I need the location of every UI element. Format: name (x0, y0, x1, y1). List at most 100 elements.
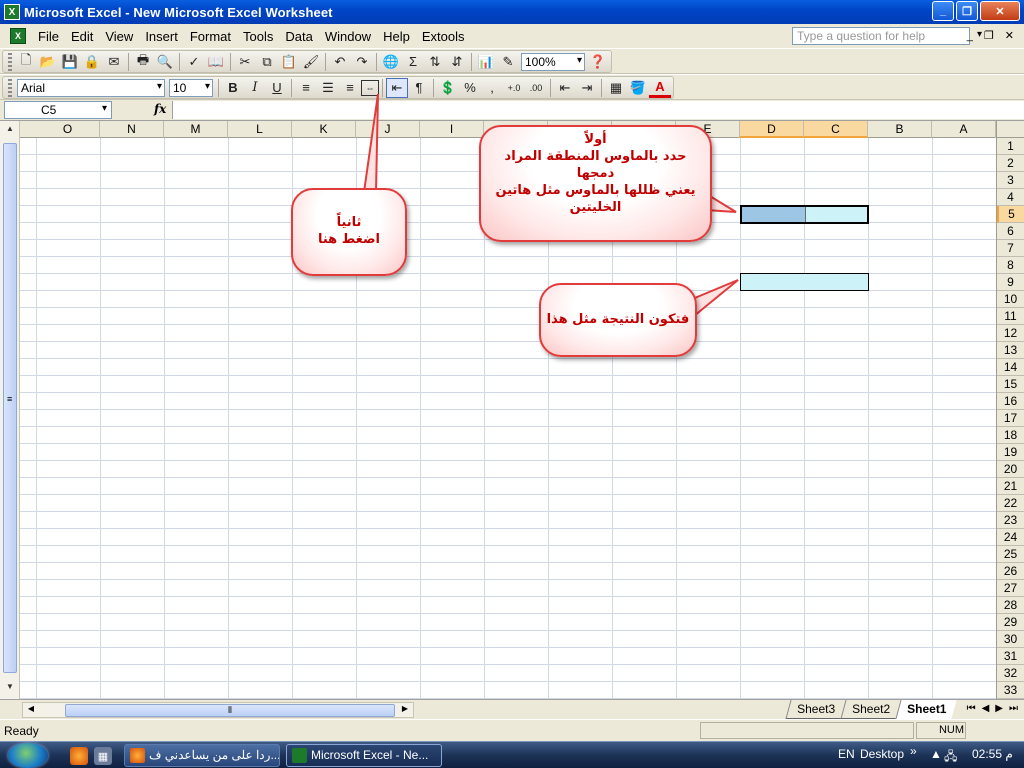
menu-view[interactable]: View (99, 29, 139, 44)
fill-color-icon[interactable]: 🪣 (627, 78, 649, 98)
underline-icon[interactable]: U (266, 78, 288, 98)
column-header-K[interactable]: K (292, 121, 356, 138)
row-header-25[interactable]: 25 (997, 546, 1024, 563)
print-icon[interactable]: 🖶 (132, 52, 154, 72)
horizontal-scrollbar[interactable]: ◀ ⦀ ▶ (22, 702, 414, 718)
column-header-C[interactable]: C (804, 121, 868, 138)
undo-icon[interactable]: ↶ (329, 52, 351, 72)
document-window-controls[interactable]: _ ❐ ✕ (967, 29, 1018, 42)
next-sheet-icon[interactable]: ▶ (995, 703, 1003, 714)
paste-icon[interactable]: 📋 (278, 52, 300, 72)
column-header-J[interactable]: J (356, 121, 420, 138)
format-painter-icon[interactable]: 🖌 (300, 52, 322, 72)
autosum-icon[interactable]: Σ (402, 52, 424, 72)
row-header-9[interactable]: 9 (997, 274, 1024, 291)
help-icon[interactable]: ❓ (587, 52, 609, 72)
row-header-15[interactable]: 15 (997, 376, 1024, 393)
insert-function-icon[interactable]: fx (154, 102, 166, 116)
cell-c5[interactable] (805, 207, 867, 222)
vertical-scroll-thumb[interactable]: ≡ (3, 143, 17, 673)
excel-app-icon[interactable]: X (4, 4, 20, 20)
chart-wizard-icon[interactable]: 📊 (475, 52, 497, 72)
menu-edit[interactable]: Edit (65, 29, 99, 44)
name-box[interactable]: C5 ▾ (4, 101, 112, 119)
toolbar-grip[interactable] (8, 78, 12, 97)
row-header-23[interactable]: 23 (997, 512, 1024, 529)
font-size-select[interactable]: 10 (169, 78, 213, 97)
menu-extools[interactable]: Extools (416, 29, 471, 44)
menu-tools[interactable]: Tools (237, 29, 279, 44)
language-indicator[interactable]: EN (838, 747, 855, 761)
first-sheet-icon[interactable]: ⏮ (967, 703, 976, 714)
last-sheet-icon[interactable]: ⏭ (1009, 703, 1018, 714)
bold-icon[interactable]: B (222, 78, 244, 98)
row-header-4[interactable]: 4 (997, 189, 1024, 206)
row-header-7[interactable]: 7 (997, 240, 1024, 257)
scroll-right-icon[interactable]: ▶ (398, 704, 412, 713)
taskbar-browser-window[interactable]: ردا على من يساعدني ف... (124, 744, 280, 767)
row-header-2[interactable]: 2 (997, 155, 1024, 172)
new-icon[interactable]: 🗋 (15, 52, 37, 72)
increase-indent-icon[interactable]: ⇥ (576, 78, 598, 98)
menu-data[interactable]: Data (279, 29, 318, 44)
sheet-tab-sheet1[interactable]: Sheet1 (895, 700, 957, 719)
paragraph-direction-icon[interactable]: ¶ (408, 78, 430, 98)
row-header-24[interactable]: 24 (997, 529, 1024, 546)
italic-icon[interactable]: I (244, 78, 266, 98)
open-icon[interactable]: 📂 (37, 52, 59, 72)
email-icon[interactable]: ✉ (103, 52, 125, 72)
merge-and-center-icon[interactable]: ⇔ (361, 79, 379, 96)
close-button[interactable]: ✕ (980, 1, 1020, 21)
redo-icon[interactable]: ↷ (351, 52, 373, 72)
font-color-icon[interactable]: A (649, 78, 671, 98)
help-search-input[interactable]: Type a question for help (792, 27, 970, 45)
formula-input[interactable] (172, 101, 1024, 119)
restore-button[interactable]: ❐ (956, 1, 978, 21)
scroll-down-icon[interactable]: ▼ (3, 682, 17, 696)
row-header-22[interactable]: 22 (997, 495, 1024, 512)
comma-icon[interactable]: , (481, 78, 503, 98)
row-header-6[interactable]: 6 (997, 223, 1024, 240)
column-header-N[interactable]: N (100, 121, 164, 138)
row-header-8[interactable]: 8 (997, 257, 1024, 274)
start-button[interactable] (8, 743, 48, 768)
cell-d5[interactable] (742, 207, 805, 222)
menu-help[interactable]: Help (377, 29, 416, 44)
toolbar-grip[interactable] (8, 52, 12, 71)
row-header-28[interactable]: 28 (997, 597, 1024, 614)
toolbar-expand-icon[interactable]: » (910, 744, 917, 758)
row-header-17[interactable]: 17 (997, 410, 1024, 427)
row-header-21[interactable]: 21 (997, 478, 1024, 495)
minimize-button[interactable]: _ (932, 1, 954, 21)
row-header-31[interactable]: 31 (997, 648, 1024, 665)
spelling-icon[interactable]: ✓ (183, 52, 205, 72)
scroll-left-icon[interactable]: ◀ (24, 704, 38, 713)
network-icon[interactable]: 🖧 (944, 747, 957, 768)
menu-file[interactable]: File (32, 29, 65, 44)
taskbar-excel-window[interactable]: Microsoft Excel - Ne... (286, 744, 442, 767)
menu-insert[interactable]: Insert (139, 29, 184, 44)
increase-decimal-icon[interactable]: +.0 (503, 78, 525, 98)
menu-format[interactable]: Format (184, 29, 237, 44)
name-box-dropdown-icon[interactable]: ▾ (102, 103, 107, 114)
row-header-13[interactable]: 13 (997, 342, 1024, 359)
sort-descending-icon[interactable]: ⇵ (446, 52, 468, 72)
sort-ascending-icon[interactable]: ⇅ (424, 52, 446, 72)
row-header-26[interactable]: 26 (997, 563, 1024, 580)
row-header-27[interactable]: 27 (997, 580, 1024, 597)
drawing-icon[interactable]: ✎ (497, 52, 519, 72)
print-preview-icon[interactable]: 🔍 (154, 52, 176, 72)
row-header-1[interactable]: 1 (997, 138, 1024, 155)
select-all-corner[interactable] (996, 121, 1024, 138)
save-icon[interactable]: 💾 (59, 52, 81, 72)
currency-icon[interactable]: 💲 (437, 78, 459, 98)
row-header-16[interactable]: 16 (997, 393, 1024, 410)
tray-arrow-icon[interactable]: ▲ (930, 747, 942, 761)
column-header-L[interactable]: L (228, 121, 292, 138)
horizontal-scroll-thumb[interactable]: ⦀ (65, 704, 395, 717)
firefox-icon[interactable] (70, 747, 88, 765)
show-desktop-icon[interactable]: ▦ (94, 747, 112, 765)
row-header-5[interactable]: 5 (997, 206, 1024, 223)
percent-icon[interactable]: % (459, 78, 481, 98)
merged-cell-c9-d9[interactable] (740, 273, 869, 291)
